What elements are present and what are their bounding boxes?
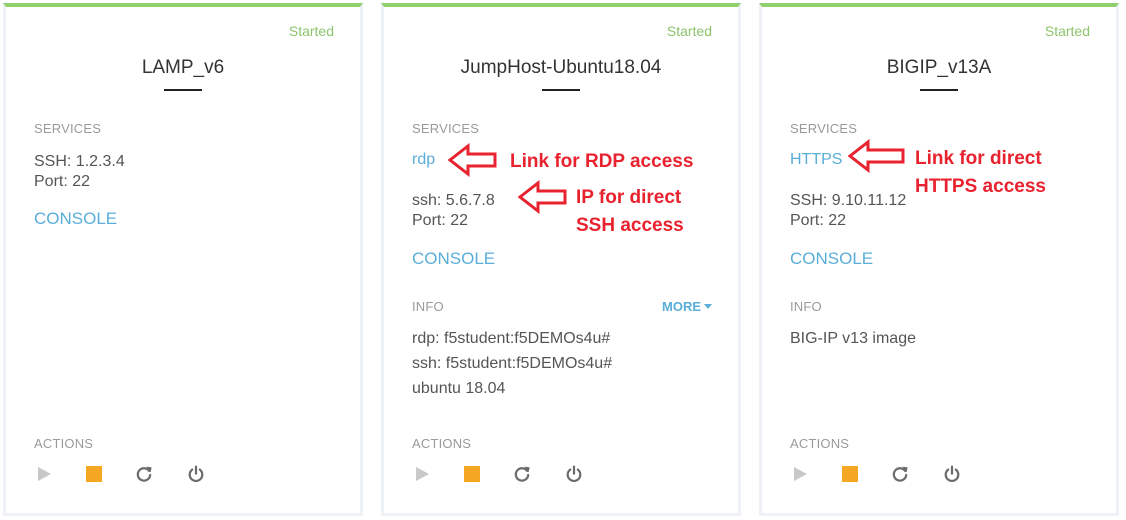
ssh-address: ssh: 5.6.7.8 — [412, 192, 495, 209]
ssh-port: Port: 22 — [34, 173, 91, 190]
title-underline — [920, 89, 958, 91]
https-link[interactable]: HTTPS — [790, 151, 842, 169]
console-link[interactable]: CONSOLE — [34, 209, 117, 229]
services-header: SERVICES — [34, 121, 102, 136]
annotation-https-line2: HTTPS access — [915, 176, 1046, 197]
power-icon[interactable] — [565, 465, 583, 483]
status-label: Started — [288, 23, 334, 39]
title-underline — [542, 89, 580, 91]
status-label: Started — [1044, 23, 1090, 39]
restart-icon[interactable] — [891, 465, 909, 483]
annotation-rdp: Link for RDP access — [510, 151, 694, 172]
stop-icon[interactable] — [841, 465, 859, 483]
actions-header: ACTIONS — [34, 436, 94, 451]
play-icon[interactable] — [35, 465, 53, 483]
stop-icon[interactable] — [463, 465, 481, 483]
services-header: SERVICES — [412, 121, 480, 136]
stop-icon[interactable] — [85, 465, 103, 483]
power-icon[interactable] — [187, 465, 205, 483]
more-dropdown[interactable]: MORE — [662, 299, 712, 314]
annotation-https-line1: Link for direct — [915, 148, 1042, 169]
caret-down-icon — [704, 304, 712, 309]
vm-card-lamp: Started LAMP_v6 SERVICES SSH: 1.2.3.4 Po… — [3, 3, 363, 516]
annotation-ssh-line1: IP for direct — [576, 187, 682, 208]
play-icon[interactable] — [413, 465, 431, 483]
ssh-address: SSH: 1.2.3.4 — [34, 153, 125, 170]
console-link[interactable]: CONSOLE — [412, 249, 495, 269]
annotation-arrow-rdp — [448, 143, 497, 177]
status-label: Started — [666, 23, 712, 39]
console-link[interactable]: CONSOLE — [790, 249, 873, 269]
vm-title: LAMP_v6 — [141, 57, 225, 78]
ssh-port: Port: 22 — [790, 212, 847, 229]
vm-card-jumphost: Started JumpHost-Ubuntu18.04 SERVICES rd… — [381, 3, 741, 516]
actions-header: ACTIONS — [412, 436, 472, 451]
play-icon[interactable] — [791, 465, 809, 483]
ssh-address: SSH: 9.10.11.12 — [790, 192, 907, 209]
vm-title: BIGIP_v13A — [886, 57, 992, 78]
info-line: rdp: f5student:f5DEMOs4u# — [412, 330, 611, 347]
info-line: BIG-IP v13 image — [790, 330, 916, 347]
restart-icon[interactable] — [513, 465, 531, 483]
info-header: INFO — [412, 299, 444, 314]
annotation-ssh-line2: SSH access — [576, 215, 684, 236]
vm-title: JumpHost-Ubuntu18.04 — [460, 57, 662, 78]
title-underline — [164, 89, 202, 91]
annotation-arrow-ssh — [518, 180, 567, 214]
restart-icon[interactable] — [135, 465, 153, 483]
more-label: MORE — [662, 299, 701, 314]
vm-card-bigip: Started BIGIP_v13A SERVICES HTTPS SSH: 9… — [759, 3, 1119, 516]
services-header: SERVICES — [790, 121, 858, 136]
info-line: ssh: f5student:f5DEMOs4u# — [412, 355, 613, 372]
power-icon[interactable] — [943, 465, 961, 483]
info-line: ubuntu 18.04 — [412, 380, 506, 397]
ssh-port: Port: 22 — [412, 212, 469, 229]
annotation-arrow-https — [848, 139, 905, 173]
info-header: INFO — [790, 299, 822, 314]
actions-header: ACTIONS — [790, 436, 850, 451]
rdp-link[interactable]: rdp — [412, 151, 435, 169]
